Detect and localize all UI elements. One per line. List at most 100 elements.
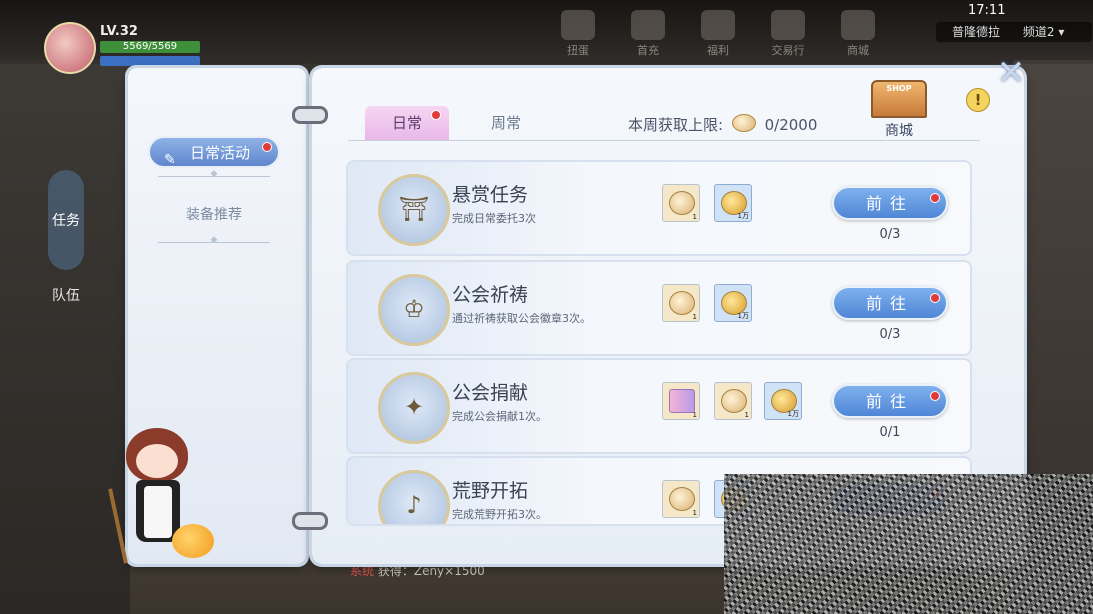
- task-progress: 0/3: [879, 327, 901, 342]
- trade-icon: [771, 10, 805, 40]
- weekly-limit-value: 0/2000: [764, 116, 818, 134]
- trade-label: 交易行: [771, 44, 805, 57]
- shop-house-icon: SHOP: [871, 80, 927, 118]
- weekly-limit: 本周获取上限: 0/2000: [628, 114, 817, 135]
- reward-count: 1万: [737, 312, 749, 320]
- clock: 17:11: [968, 3, 1006, 18]
- go-button[interactable]: 前往: [832, 384, 948, 418]
- tab-daily-label: 日常: [391, 114, 422, 132]
- reward-gold-coin[interactable]: 1万: [714, 184, 752, 222]
- gacha-button[interactable]: 扭蛋: [555, 10, 601, 58]
- divider: [158, 242, 270, 243]
- pumpkin-pet-icon: [172, 524, 214, 558]
- donation-icon: ✦: [378, 372, 450, 444]
- task-desc: 完成日常委托3次: [452, 212, 536, 225]
- hp-bar: 5569/5569: [100, 41, 200, 53]
- quest-side-label: 任务: [52, 213, 80, 229]
- shop-button[interactable]: SHOP 商城: [868, 80, 930, 139]
- task-row-guild-prayer: ♔ 公会祈祷 通过祈祷获取公会徽章3次。 1 1万 前往 0/3: [348, 262, 970, 354]
- reward-count: 1万: [787, 410, 799, 418]
- task-name: 公会捐献: [452, 382, 529, 404]
- mall-label: 商城: [847, 44, 869, 57]
- reward-ticket-coin[interactable]: 1: [662, 480, 700, 518]
- quest-side-button[interactable]: 任务: [48, 170, 84, 270]
- reward-count: 1万: [737, 212, 749, 220]
- mp-bar: [100, 56, 200, 66]
- task-row-bounty: ⛩ 悬赏任务 完成日常委托3次 1 1万 前往 0/3: [348, 162, 970, 254]
- sidebar-item-daily-activity[interactable]: ✎ 日常活动: [148, 136, 280, 168]
- tab-underline: [348, 140, 980, 141]
- notification-dot: [930, 293, 940, 303]
- sidebar-item-equipment-recommend[interactable]: 装备推荐: [148, 204, 280, 224]
- weekly-limit-label: 本周获取上限:: [628, 116, 724, 134]
- trade-button[interactable]: 交易行: [765, 10, 811, 58]
- mascot-apron: [144, 486, 172, 538]
- ticket-coin-icon: [721, 389, 747, 413]
- ticket-icon: [669, 389, 695, 413]
- channel-name: 频道2: [1022, 25, 1055, 39]
- tab-weekly-label: 周常: [490, 114, 521, 132]
- ticket-coin-icon: [669, 487, 695, 511]
- notification-dot: [930, 193, 940, 203]
- task-desc: 完成荒野开拓3次。: [452, 508, 547, 521]
- sidebar-item-label: 装备推荐: [186, 207, 242, 223]
- reward-ticket-coin[interactable]: 1: [662, 284, 700, 322]
- notification-dot: [262, 142, 272, 152]
- tab-weekly[interactable]: 周常: [470, 106, 542, 140]
- reward-count: 1: [692, 213, 697, 221]
- task-name: 荒野开拓: [452, 480, 529, 502]
- reward-gold-coin[interactable]: 1万: [764, 382, 802, 420]
- player-avatar[interactable]: [44, 22, 96, 74]
- reward-count: 1: [692, 313, 697, 321]
- team-side-button[interactable]: 队伍: [50, 285, 82, 355]
- broom-icon: [108, 488, 128, 564]
- help-icon[interactable]: !: [966, 88, 990, 112]
- chat-system-tag: 系统: [350, 564, 375, 578]
- server-channel-selector[interactable]: 普隆德拉 频道2 ▾: [936, 22, 1092, 42]
- go-button[interactable]: 前往: [832, 286, 948, 320]
- go-button-label: 前往: [865, 294, 914, 313]
- first-recharge-label: 首充: [637, 44, 659, 57]
- ticket-coin-icon: [669, 291, 695, 315]
- divider: [158, 176, 270, 177]
- top-hud-bar: [0, 0, 1093, 64]
- sidebar-item-label: 日常活动: [190, 144, 251, 162]
- first-recharge-button[interactable]: 首充: [625, 10, 671, 58]
- reward-ticket-coin[interactable]: 1: [662, 184, 700, 222]
- welfare-button[interactable]: 福利: [695, 10, 741, 58]
- obscured-region: [724, 474, 1093, 614]
- task-desc: 通过祈祷获取公会徽章3次。: [452, 312, 591, 325]
- horn-icon: ♪: [378, 470, 450, 524]
- reward-ticket[interactable]: 1: [662, 382, 700, 420]
- task-desc: 完成公会捐献1次。: [452, 410, 547, 423]
- reward-count: 1: [692, 411, 697, 419]
- tab-daily[interactable]: 日常: [365, 106, 449, 140]
- mall-icon: [841, 10, 875, 40]
- task-name: 公会祈祷: [452, 284, 529, 306]
- reward-ticket-coin[interactable]: 1: [714, 382, 752, 420]
- go-button[interactable]: 前往: [832, 186, 948, 220]
- server-name: 普隆德拉: [952, 25, 1001, 39]
- gacha-label: 扭蛋: [567, 44, 589, 57]
- task-row-guild-donation: ✦ 公会捐献 完成公会捐献1次。 1 1 1万 前往 0/1: [348, 360, 970, 452]
- go-button-label: 前往: [865, 194, 914, 213]
- task-progress: 0/3: [879, 227, 901, 242]
- player-level: LV.32: [100, 24, 138, 39]
- reward-count: 1: [744, 411, 749, 419]
- close-icon[interactable]: ✕: [992, 56, 1030, 90]
- chat-message: 获得：Zeny×1500: [377, 564, 485, 578]
- chevron-down-icon: ▾: [1058, 25, 1065, 39]
- first-recharge-icon: [631, 10, 665, 40]
- task-name: 悬赏任务: [452, 184, 529, 206]
- guild-crest-icon: ♔: [378, 274, 450, 346]
- reward-gold-coin[interactable]: 1万: [714, 284, 752, 322]
- team-side-label: 队伍: [52, 288, 80, 304]
- ticket-coin-icon: [669, 191, 695, 215]
- mall-button[interactable]: 商城: [835, 10, 881, 58]
- shop-sign-logo: SHOP: [886, 84, 912, 93]
- coin-icon: [731, 114, 756, 132]
- shop-label: 商城: [885, 123, 913, 139]
- top-menu-icons: 扭蛋 首充 福利 交易行 商城: [555, 10, 881, 58]
- maid-mascot: [108, 428, 216, 568]
- mascot-face: [136, 444, 178, 478]
